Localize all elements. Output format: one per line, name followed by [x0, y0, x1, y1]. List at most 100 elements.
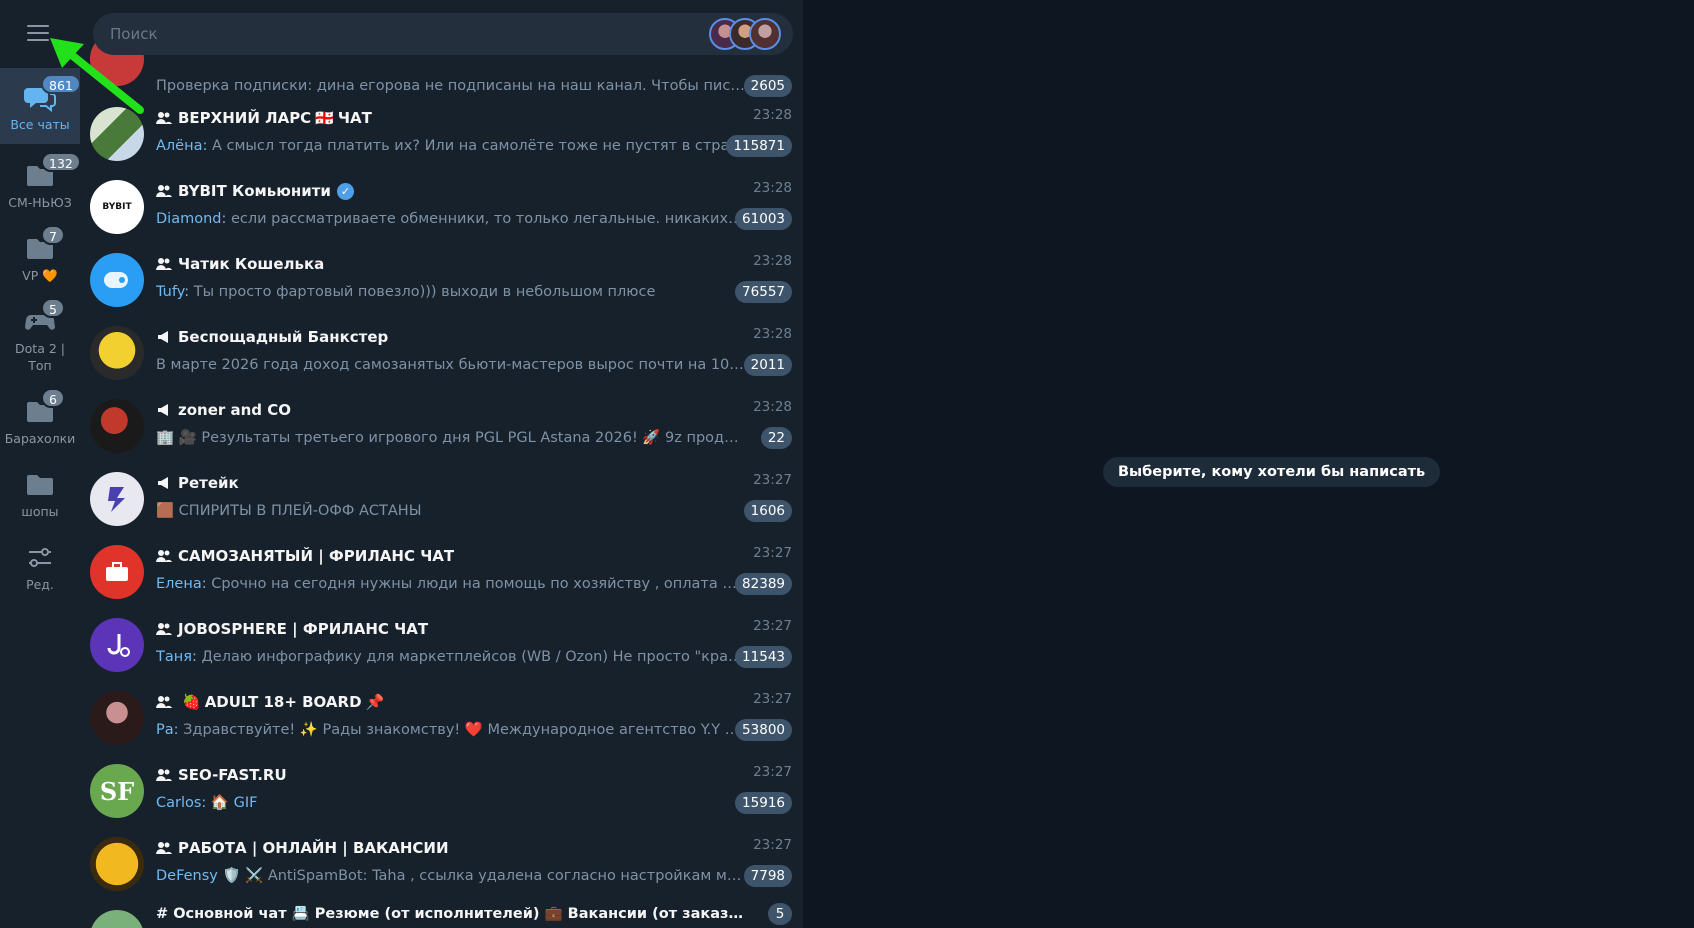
- sender-name: Diamond:: [156, 211, 227, 227]
- chat-row-rabota-online[interactable]: РАБОТА | ОНЛАЙН | ВАКАНСИИ 23:27 DeFensy…: [80, 827, 803, 900]
- wallet-chat-icon: [104, 272, 128, 288]
- message-text: 🏠 GIF: [206, 795, 258, 811]
- folder-vp[interactable]: 7 VP 🧡: [0, 225, 80, 293]
- unread-badge: 61003: [735, 208, 792, 230]
- unread-badge: 76557: [735, 281, 792, 303]
- folder-barakholki[interactable]: 6 Барахолки: [0, 388, 80, 456]
- folder-shops[interactable]: шопы: [0, 469, 80, 529]
- edit-sliders-icon: [23, 542, 57, 572]
- chat-time: 23:28: [753, 253, 792, 269]
- message-text: Срочно на сегодня нужны люди на помощь п…: [206, 576, 746, 592]
- chat-row-samozanyatyi[interactable]: САМОЗАНЯТЫЙ | ФРИЛАНС ЧАТ 23:27 Елена: С…: [80, 535, 803, 608]
- message-preview: Алёна: А смысл тогда платить их? Или на …: [156, 135, 746, 157]
- chat-name-suffix: ЧАТ: [337, 109, 372, 127]
- chat-row-jobosphere[interactable]: JOBOSPHERE | ФРИЛАНС ЧАТ 23:27 Таня: Дел…: [80, 608, 803, 681]
- avatar: [90, 910, 144, 928]
- message-preview: Таня: Делаю инфографику для маркетплейсо…: [156, 646, 746, 668]
- avatar-text: SF: [99, 776, 135, 806]
- folder-all-chats[interactable]: 861 Все чаты: [0, 68, 81, 144]
- chat-name: РАБОТА | ОНЛАЙН | ВАКАНСИИ: [178, 839, 449, 857]
- chat-row-main-chat-topics[interactable]: # Основной чат 📇 Резюме (от исполнителей…: [80, 900, 803, 928]
- story-avatar[interactable]: [749, 18, 781, 50]
- chat-time: 23:27: [753, 618, 792, 634]
- unread-badge: 5: [41, 298, 65, 318]
- chat-time: 23:28: [753, 326, 792, 342]
- jobosphere-logo-icon: [107, 634, 130, 657]
- chat-row-verkhniy-lars[interactable]: ВЕРХНИЙ ЛАРС 🇬🇪 ЧАТ 23:28 Алёна: А смысл…: [80, 97, 803, 170]
- chat-name: Ретейк: [178, 474, 239, 492]
- unread-badge: 2605: [743, 75, 792, 97]
- avatar: [90, 107, 144, 161]
- message-preview: Елена: Срочно на сегодня нужны люди на п…: [156, 573, 746, 595]
- chat-time: 23:27: [753, 545, 792, 561]
- chat-time: 23:27: [753, 472, 792, 488]
- group-icon: [156, 112, 172, 124]
- chat-row-bybit[interactable]: BYBIT BYBIT Комьюнити ✓ 23:28 Diamond: е…: [80, 170, 803, 243]
- pin-emoji: 📌: [365, 693, 385, 711]
- group-icon: [156, 550, 172, 562]
- chat-name: САМОЗАНЯТЫЙ | ФРИЛАНС ЧАТ: [178, 547, 455, 565]
- folder-sidebar: 861 Все чаты 132 СМ-НЬЮЗ 7 VP 🧡 5 Dota 2…: [0, 0, 81, 928]
- chat-name: SEO-FAST.RU: [178, 766, 287, 784]
- chat-row-seo-fast[interactable]: SF SEO-FAST.RU 23:27 Carlos: 🏠 GIF 15916: [80, 754, 803, 827]
- gamepad-icon: 5: [23, 298, 65, 336]
- unread-badge: 82389: [735, 573, 792, 595]
- folder-label: Барахолки: [4, 431, 76, 446]
- chat-row-banker[interactable]: Беспощадный Банкстер 23:28 В марте 2026 …: [80, 316, 803, 389]
- message-preview: DeFensy 🛡️ ⚔️ AntiSpamBot: Taha , ссылка…: [156, 865, 746, 887]
- unread-badge: 11543: [735, 646, 792, 668]
- search-input[interactable]: [93, 13, 793, 55]
- message-preview: Carlos: 🏠 GIF: [156, 792, 746, 814]
- avatar: SF: [90, 764, 144, 818]
- sender-name: DeFensy: [156, 868, 218, 884]
- search-bar: [93, 13, 793, 55]
- message-text: Здравствуйте! ✨ Рады знакомству! ❤️ Межд…: [178, 722, 746, 738]
- unread-badge: 5: [768, 903, 792, 925]
- chat-name: JOBOSPHERE | ФРИЛАНС ЧАТ: [178, 620, 429, 638]
- chat-list: Проверка подписки: дина егорова не подпи…: [80, 0, 803, 928]
- chat-row-wallet[interactable]: Чатик Кошелька 23:28 Tufy: Ты просто фар…: [80, 243, 803, 316]
- chat-name: Беспощадный Банкстер: [178, 328, 389, 346]
- verified-icon: ✓: [336, 182, 354, 200]
- megaphone-icon: [158, 477, 168, 489]
- chat-row-retake[interactable]: Ретейк 23:27 🟫 СПИРИТЫ В ПЛЕЙ-ОФФ АСТАНЫ…: [80, 462, 803, 535]
- chat-row-zoner[interactable]: zoner and CO 23:28 🏢 🎥 Результаты третье…: [80, 389, 803, 462]
- message-preview: 🏢 🎥 Результаты третьего игрового дня PGL…: [156, 430, 746, 446]
- sender-name: Алёна:: [156, 138, 208, 154]
- unread-badge: 2011: [743, 354, 792, 376]
- chat-time: 23:28: [753, 399, 792, 415]
- group-icon: [156, 623, 172, 635]
- edit-folders-button[interactable]: Ред.: [0, 542, 80, 602]
- folder-label: СМ-НЬЮЗ: [8, 195, 72, 210]
- megaphone-icon: [158, 404, 168, 416]
- folder-dota[interactable]: 5 Dota 2 | Топ: [0, 298, 80, 382]
- menu-icon[interactable]: [18, 18, 58, 48]
- unread-badge: 7: [41, 225, 65, 245]
- folder-icon: [23, 469, 57, 499]
- stories-avatars[interactable]: [709, 18, 781, 50]
- folder-label: VP 🧡: [22, 268, 58, 283]
- unread-badge: 6: [41, 388, 65, 408]
- unread-badge: 132: [41, 152, 81, 172]
- chat-row-adult-board[interactable]: 🍓 ADULT 18+ BOARD 📌 23:27 Ра: Здравствуй…: [80, 681, 803, 754]
- avatar: [90, 837, 144, 891]
- unread-badge: 1606: [743, 500, 792, 522]
- sender-name: Carlos:: [156, 795, 207, 811]
- folder-icon: 132: [23, 152, 81, 190]
- unread-badge: 861: [41, 74, 81, 94]
- message-preview: Ра: Здравствуйте! ✨ Рады знакомству! ❤️ …: [156, 719, 746, 741]
- sender-name: Ра:: [156, 722, 179, 738]
- unread-badge: 7798: [743, 865, 792, 887]
- folder-cm-news[interactable]: 132 СМ-НЬЮЗ: [0, 152, 81, 220]
- chat-time: 23:27: [753, 837, 792, 853]
- message-text: Ты просто фартовый повезло))) выходи в н…: [189, 284, 656, 300]
- group-icon: [156, 842, 172, 854]
- message-text: если рассматриваете обменники, то только…: [226, 211, 746, 227]
- avatar: [90, 618, 144, 672]
- group-icon: [156, 696, 172, 708]
- avatar: BYBIT: [90, 180, 144, 234]
- group-icon: [156, 258, 172, 270]
- chat-name: BYBIT Комьюнити: [178, 182, 331, 200]
- strawberry-emoji: 🍓: [182, 693, 201, 711]
- chat-name: Чатик Кошелька: [178, 255, 325, 273]
